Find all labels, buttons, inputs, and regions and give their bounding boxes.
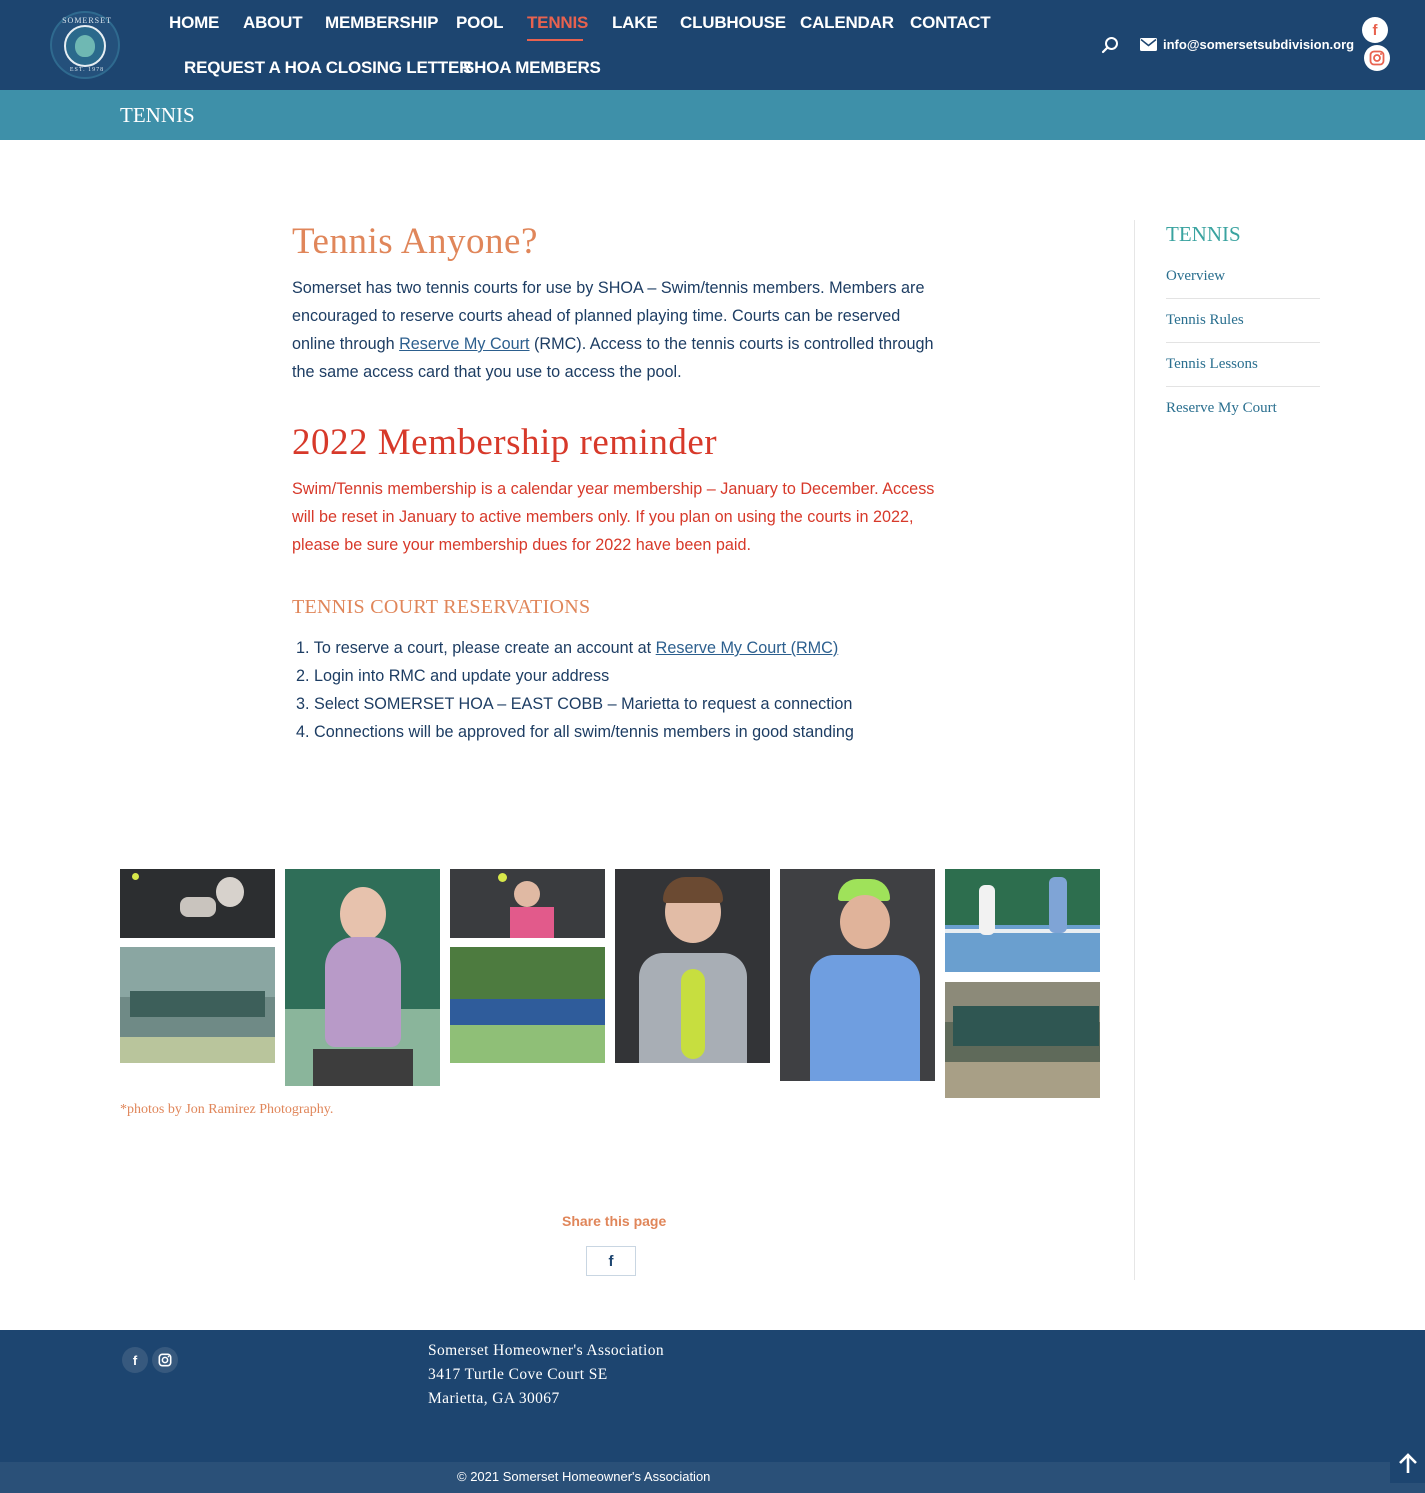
section-heading-tennis-anyone: Tennis Anyone? bbox=[292, 221, 538, 262]
search-icon[interactable] bbox=[1101, 36, 1119, 54]
facebook-icon: f bbox=[608, 1252, 614, 1270]
photo-doubles-players[interactable] bbox=[945, 869, 1100, 972]
step-number: 1. bbox=[296, 639, 310, 657]
nav-pool[interactable]: POOL bbox=[456, 13, 504, 33]
nav-membership[interactable]: MEMBERSHIP bbox=[325, 13, 438, 33]
nav-clubhouse[interactable]: CLUBHOUSE bbox=[680, 13, 786, 33]
reserve-my-court-link[interactable]: Reserve My Court bbox=[399, 335, 529, 353]
photo-somerset-bench-closeup[interactable] bbox=[945, 982, 1100, 1098]
footer-address-line: Marietta, GA 30067 bbox=[428, 1390, 560, 1407]
site-logo[interactable]: SOMERSET EST. 1978 bbox=[50, 11, 120, 79]
photo-boy-green-cap[interactable] bbox=[780, 869, 935, 1081]
sidebar-separator bbox=[1166, 342, 1320, 343]
share-label: Share this page bbox=[562, 1213, 667, 1229]
instagram-icon[interactable] bbox=[1364, 45, 1390, 71]
photo-girl-racket[interactable] bbox=[285, 869, 440, 1086]
list-item: 1. To reserve a court, please create an … bbox=[296, 634, 946, 662]
arrow-up-icon bbox=[1398, 1453, 1417, 1473]
sidebar-divider bbox=[1134, 220, 1135, 1280]
nav-contact[interactable]: CONTACT bbox=[910, 13, 991, 33]
facebook-icon[interactable]: f bbox=[1362, 17, 1388, 43]
logo-text-top: SOMERSET bbox=[62, 16, 112, 25]
membership-reminder-text: Swim/Tennis membership is a calendar yea… bbox=[292, 480, 935, 554]
step-number: 3. bbox=[296, 695, 310, 713]
sidebar-item-reserve-my-court[interactable]: Reserve My Court bbox=[1166, 400, 1277, 417]
nav-home[interactable]: HOME bbox=[169, 13, 219, 33]
step-text: Connections will be approved for all swi… bbox=[314, 723, 854, 741]
footer-address-line: 3417 Turtle Cove Court SE bbox=[428, 1366, 608, 1383]
photo-somerset-bench[interactable] bbox=[120, 947, 275, 1063]
membership-reminder-heading: 2022 Membership reminder bbox=[292, 422, 718, 463]
reservations-heading: TENNIS COURT RESERVATIONS bbox=[292, 596, 591, 618]
header-email-link[interactable]: info@somersetsubdivision.org bbox=[1163, 37, 1354, 52]
photo-boy-tennis-balls[interactable] bbox=[615, 869, 770, 1063]
photo-player-serve[interactable] bbox=[120, 869, 275, 938]
scroll-to-top-button[interactable] bbox=[1390, 1443, 1425, 1483]
footer-instagram-icon[interactable] bbox=[152, 1347, 178, 1373]
photo-tennis-courts[interactable] bbox=[450, 947, 605, 1063]
step-text: Login into RMC and update your address bbox=[314, 667, 610, 685]
nav-tennis[interactable]: TENNIS bbox=[527, 13, 588, 33]
reservation-steps: 1. To reserve a court, please create an … bbox=[296, 634, 946, 746]
step-text: To reserve a court, please create an acc… bbox=[313, 639, 656, 657]
page-title: TENNIS bbox=[120, 103, 195, 127]
footer-facebook-icon[interactable]: f bbox=[122, 1347, 148, 1373]
nav-active-indicator bbox=[527, 39, 583, 41]
sidebar-separator bbox=[1166, 298, 1320, 299]
step-text: Select SOMERSET HOA – EAST COBB – Mariet… bbox=[314, 695, 853, 713]
list-item: 3. Select SOMERSET HOA – EAST COBB – Mar… bbox=[296, 690, 946, 718]
sidebar-item-overview[interactable]: Overview bbox=[1166, 268, 1225, 285]
copyright-text: © 2021 Somerset Homeowner's Association bbox=[457, 1469, 711, 1484]
sidebar-item-tennis-lessons[interactable]: Tennis Lessons bbox=[1166, 356, 1258, 373]
share-facebook-button[interactable]: f bbox=[586, 1246, 636, 1276]
reserve-my-court-rmc-link[interactable]: Reserve My Court (RMC) bbox=[656, 639, 839, 657]
photo-woman-forehand[interactable] bbox=[450, 869, 605, 938]
step-number: 4. bbox=[296, 723, 310, 741]
nav-lake[interactable]: LAKE bbox=[612, 13, 658, 33]
sidebar-separator bbox=[1166, 386, 1320, 387]
list-item: 2. Login into RMC and update your addres… bbox=[296, 662, 946, 690]
mail-icon bbox=[1140, 38, 1157, 51]
nav-calendar[interactable]: CALENDAR bbox=[800, 13, 894, 33]
footer-bottom-bar bbox=[0, 1462, 1425, 1493]
sidebar-title: TENNIS bbox=[1166, 222, 1241, 246]
nav-hoa-closing-letter[interactable]: REQUEST A HOA CLOSING LETTER bbox=[184, 58, 471, 78]
site-header: SOMERSET EST. 1978 HOME ABOUT MEMBERSHIP… bbox=[0, 0, 1425, 90]
nav-shoa-members[interactable]: SHOA MEMBERS bbox=[463, 58, 601, 78]
nav-about[interactable]: ABOUT bbox=[243, 13, 303, 33]
sidebar-item-tennis-rules[interactable]: Tennis Rules bbox=[1166, 312, 1244, 329]
photo-credit: *photos by Jon Ramirez Photography. bbox=[120, 1102, 334, 1117]
site-footer bbox=[0, 1330, 1425, 1462]
intro-paragraph: Somerset has two tennis courts for use b… bbox=[292, 274, 942, 386]
list-item: 4. Connections will be approved for all … bbox=[296, 718, 946, 746]
logo-text-bottom: EST. 1978 bbox=[69, 67, 105, 73]
footer-address-line: Somerset Homeowner's Association bbox=[428, 1342, 665, 1359]
turtle-icon bbox=[75, 35, 95, 57]
page-title-bar: TENNIS bbox=[0, 90, 1425, 140]
step-number: 2. bbox=[296, 667, 310, 685]
